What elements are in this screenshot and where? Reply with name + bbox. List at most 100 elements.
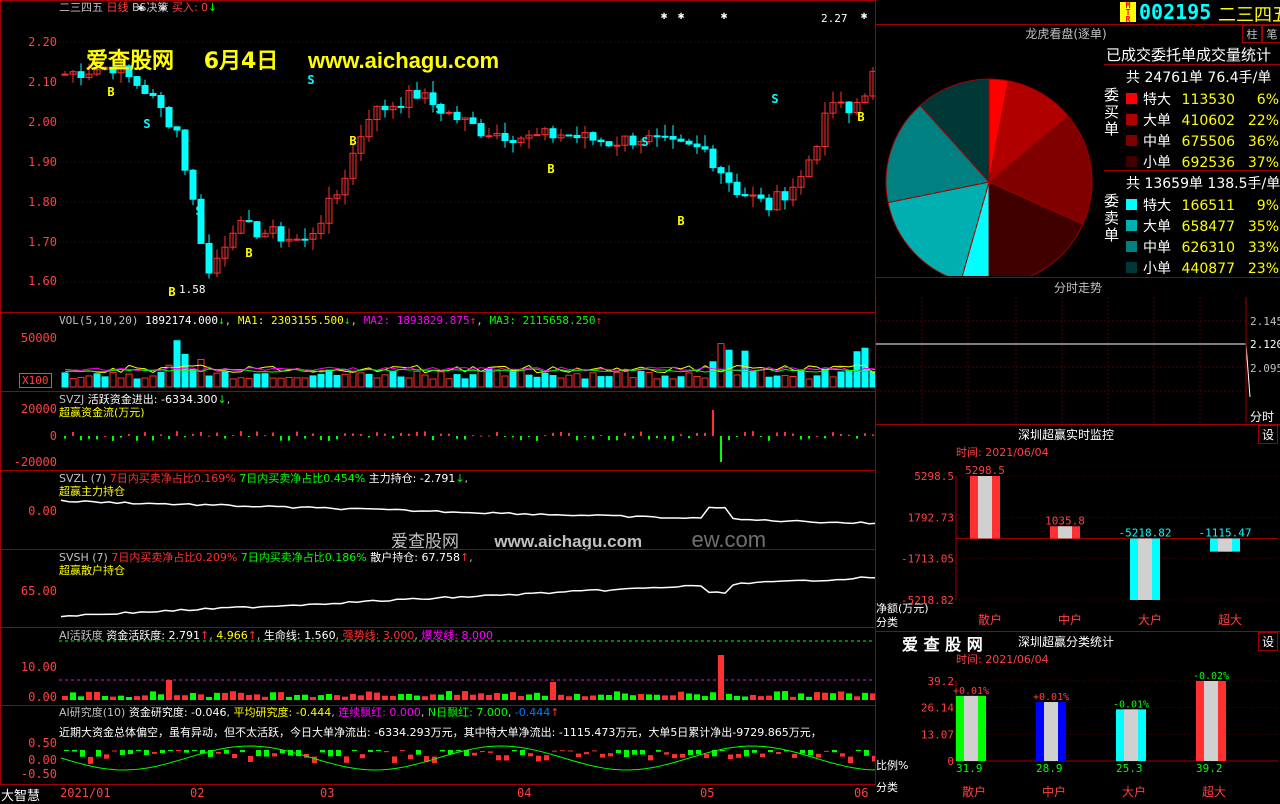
flow-bar [824, 436, 826, 439]
svzl-axis-0: 0.00 [28, 504, 57, 518]
row-pct: 22% [1247, 113, 1279, 129]
candle-body [613, 144, 621, 147]
active-bar [710, 692, 716, 700]
vol-bar [573, 373, 581, 388]
research-panel[interactable]: AI研究度(10) 资金研究度: -0.046, 平均研究度: -0.444, … [0, 705, 876, 785]
candle-body [61, 73, 69, 76]
fenshi-bottom-label: 分时 [1250, 410, 1275, 424]
active-bar [494, 692, 500, 700]
btn-bi[interactable]: 笔 [1262, 25, 1280, 43]
row-pct: 37% [1247, 155, 1279, 171]
active-bar [422, 696, 428, 700]
active-bar [622, 693, 628, 700]
research-bar [600, 753, 605, 758]
vol-panel[interactable]: VOL(5,10,20) 1892174.000↓, MA1: 2303155.… [0, 312, 876, 392]
flow-bar [384, 433, 386, 436]
vol-bar [461, 378, 469, 388]
kline-panel[interactable]: B S B S B S B S B S B S B ✱ ✱ ✱ ✱ ✱ ✱ 二三四五 日线 BS决策 买入: 0↓ … [0, 0, 876, 313]
vol-bar [797, 369, 805, 388]
candle-body [501, 132, 509, 142]
flow-bar [72, 431, 74, 436]
research-bar [336, 750, 341, 757]
flow-bar [744, 432, 746, 436]
vol-legend: VOL(5,10,20) 1892174.000↓, MA1: 2303155.… [59, 314, 603, 327]
vol-bar [149, 375, 157, 388]
monitor-panel[interactable]: 深圳超赢实时监控 设 时间: 2021/06/04 5298.5 1792.73-… [876, 424, 1280, 632]
vol-bar [821, 368, 829, 388]
arrow-up-icon: ↑ [459, 551, 470, 564]
row-vol: 113530 [1181, 92, 1235, 108]
legend-swatch [1126, 199, 1137, 210]
bs-marker: S [435, 102, 442, 116]
lhkp-panel[interactable]: 龙虎看盘(逐单) 柱 笔 已成交委托单成交量统计 委买单 共 24761单 76… [876, 24, 1280, 278]
vol-bar [261, 373, 269, 388]
svsh-panel[interactable]: SVSH (7) 7日内买卖净占比0.209% 7日内买卖净占比0.186% 散… [0, 549, 876, 628]
monitor-category: 超大 [1218, 612, 1242, 627]
research-bar [104, 754, 109, 759]
vol-bar [197, 358, 205, 388]
candle-body [781, 191, 789, 201]
row-name: 小单 [1143, 261, 1171, 277]
flow-bar [336, 436, 338, 440]
flow-bar [864, 433, 866, 436]
active-bar [94, 691, 100, 700]
active-bar [590, 695, 596, 700]
svzl-title: SVZL (7) [59, 472, 107, 485]
svzl-panel[interactable]: SVZL (7) 7日内买卖净占比0.169% 7日内买卖净占比0.454% 主… [0, 470, 876, 552]
bs-marker: B [107, 85, 114, 99]
flow-bar [376, 432, 378, 436]
svsh-title: SVSH (7) [59, 551, 108, 564]
monitor-bar-chart[interactable]: 5298.5 1792.73 -1713.05 -5218.82 5298.5 散户 103… [876, 424, 1280, 631]
research-bar [392, 756, 397, 763]
bs-marker: B [857, 110, 864, 124]
candle-body [661, 135, 669, 138]
stat-title: 已成交委托单成交量统计 [1106, 46, 1272, 64]
flow-bar [568, 432, 570, 436]
arrow-up-icon: ↑ [595, 314, 603, 327]
research-bar [624, 750, 629, 757]
active-bar [446, 691, 452, 700]
flow-bar [856, 436, 858, 439]
research-bar [752, 750, 757, 753]
vol-bar [565, 374, 573, 388]
vol-bar [773, 375, 781, 388]
research-bar [112, 750, 117, 752]
arrow-up-icon: ↑ [469, 314, 477, 327]
classify-bar-chart[interactable]: 39.2 26.14 13.07 0 +0.01% 31.9 散户 +0.01% 28.9 中户 -… [876, 631, 1280, 800]
svzj-panel[interactable]: SVZJ 活跃资金进出: -6334.300↓, 超赢资金流(万元) 20000… [0, 391, 876, 471]
active-bar [702, 696, 708, 700]
vol-bar [837, 371, 845, 388]
vol-bar [245, 377, 253, 388]
vol-bar [581, 378, 589, 388]
legend-swatch [1126, 156, 1137, 167]
active-bar [638, 694, 644, 700]
active-bar [694, 694, 700, 700]
active-bar [582, 696, 588, 700]
line-type[interactable]: 日线 [107, 1, 129, 14]
active-bar [558, 694, 564, 700]
research-bar [672, 754, 677, 759]
vol-bar [309, 375, 317, 388]
vol-bar [509, 369, 517, 388]
research-bar [744, 750, 749, 757]
row-name: 大单 [1143, 219, 1171, 235]
flow-bar [768, 436, 770, 441]
research-axis-0: 0.50 [28, 736, 57, 750]
active-panel[interactable]: AI活跃度 资金活跃度: 2.791↑, 4.966↑, 生命线: 1.560,… [0, 627, 876, 706]
active-bar [758, 696, 764, 700]
btn-zhu[interactable]: 柱 [1242, 25, 1262, 43]
fenshi-chart[interactable] [876, 297, 1280, 423]
vol-bar [405, 377, 413, 388]
research-bar [776, 751, 781, 754]
row-name: 大单 [1143, 113, 1171, 129]
flow-bar [800, 436, 802, 440]
fenshi-panel[interactable]: 分时走势 2.145 2.120 2.095 分时 [876, 277, 1280, 425]
candle-body [749, 194, 757, 197]
svsh-t2: 7日内买卖净占比0.186% [240, 551, 367, 564]
order-row: 中单 626310 33% [1126, 237, 1280, 256]
footer-brand[interactable]: 大智慧 [1, 785, 40, 804]
active-bar [62, 695, 68, 700]
active-bar [854, 696, 860, 700]
classify-panel[interactable]: 爱 查 股 网 深圳超赢分类统计 设 时间: 2021/06/04 39.2 26… [876, 631, 1280, 800]
lhkp-pie-chart[interactable] [876, 44, 1104, 276]
